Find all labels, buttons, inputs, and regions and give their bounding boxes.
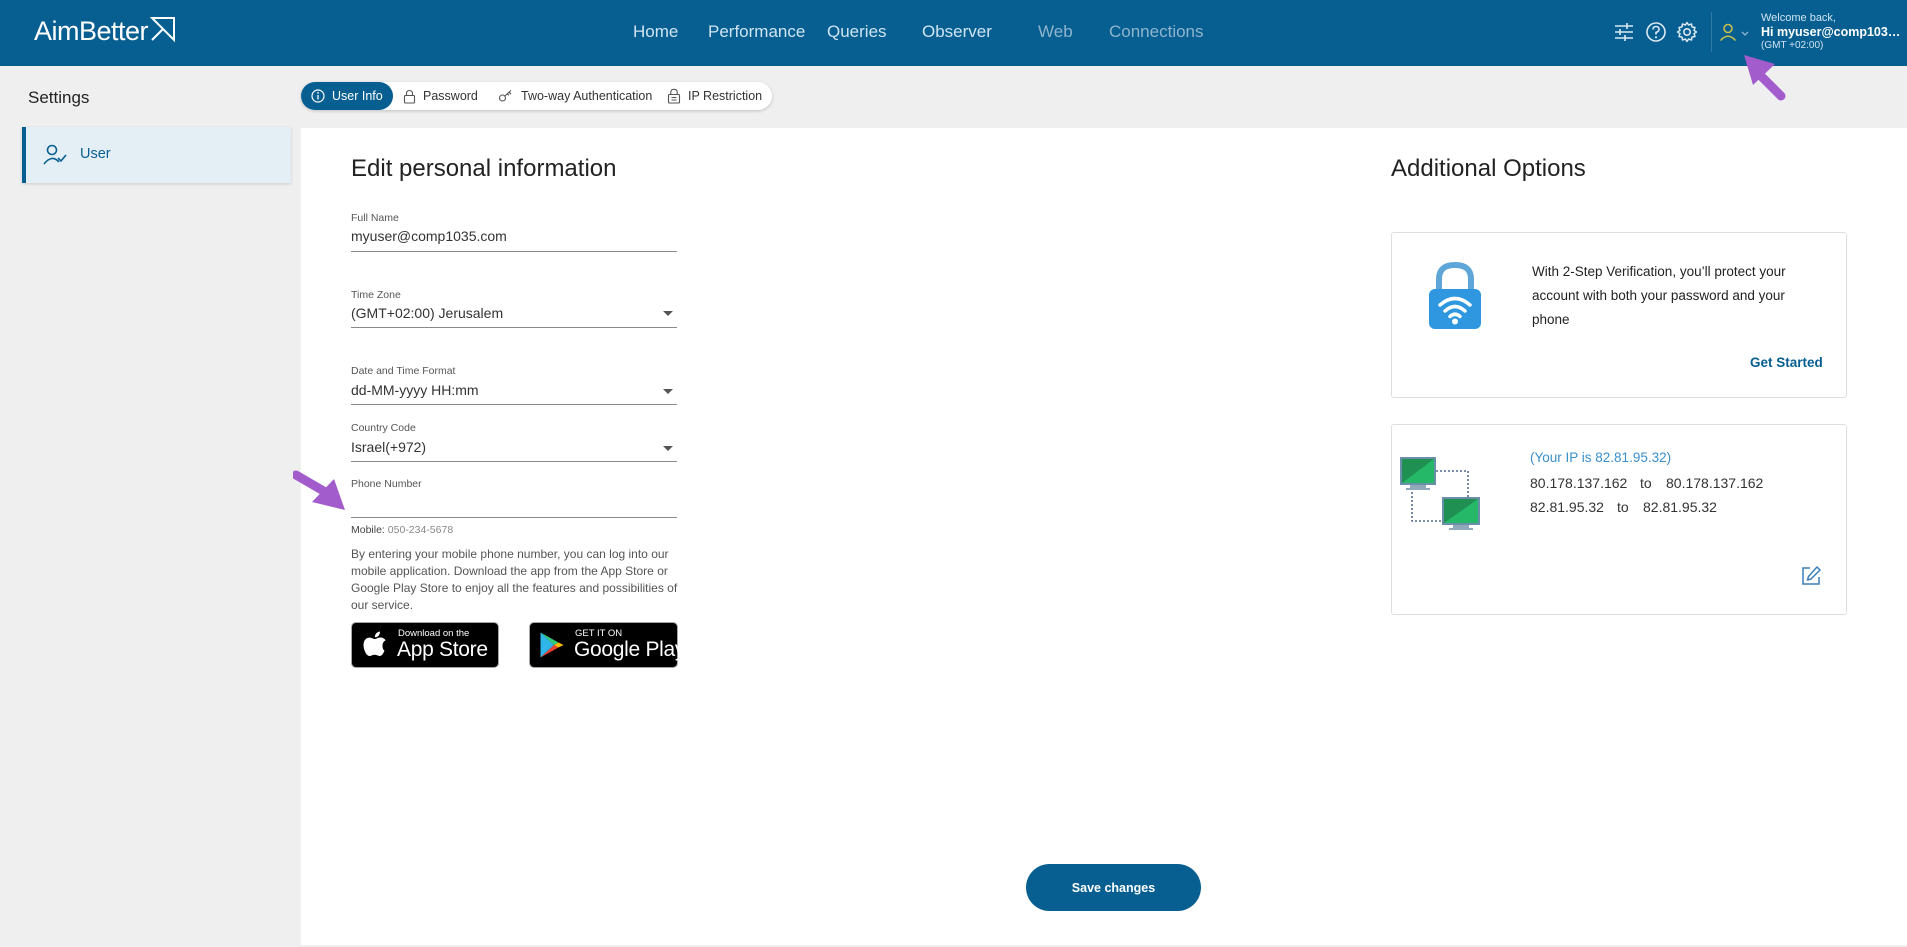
- country-code-value: Israel(+972): [351, 439, 427, 455]
- tab-label: Two-way Authentication: [521, 89, 653, 103]
- mobile-app-description: By entering your mobile phone number, yo…: [351, 547, 678, 612]
- additional-options-title: Additional Options: [1391, 155, 1586, 182]
- annotation-arrow-icon: [1744, 55, 1786, 101]
- google-play-button[interactable]: GET IT ON Google Play: [529, 622, 685, 668]
- logo-mark-icon: [150, 16, 176, 42]
- two-step-text: With 2-Step Verification, you’ll protect…: [1532, 264, 1786, 327]
- topbar-divider: [1711, 12, 1712, 52]
- mobile-hint-label: Mobile:: [351, 524, 385, 536]
- time-zone-value: (GMT+02:00) Jerusalem: [351, 305, 504, 321]
- nav-observer[interactable]: Observer: [922, 22, 992, 42]
- sidebar-title: Settings: [28, 88, 90, 107]
- sidebar-item-label: User: [80, 146, 111, 162]
- welcome-username: Hi myuser@comp1035...: [1761, 25, 1901, 39]
- date-format-label: Date and Time Format: [351, 365, 456, 377]
- welcome-label: Welcome back,: [1761, 12, 1836, 24]
- ip-range-from: 80.178.137.162: [1530, 475, 1628, 491]
- edit-icon[interactable]: [1800, 565, 1822, 587]
- two-step-card: With 2-Step Verification, you’ll protect…: [1391, 232, 1847, 398]
- annotation-arrow-icon: [293, 470, 345, 510]
- dropdown-caret-icon: [663, 389, 673, 394]
- padlock-icon: [667, 88, 681, 104]
- user-icon[interactable]: [1718, 22, 1738, 42]
- ip-range-to: 80.178.137.162: [1666, 475, 1764, 491]
- get-started-link[interactable]: Get Started: [1750, 355, 1823, 370]
- mobile-hint: Mobile: 050-234-5678: [351, 524, 453, 536]
- edit-info-title: Edit personal information: [351, 155, 617, 182]
- key-icon: [498, 90, 512, 102]
- save-changes-button[interactable]: Save changes: [1026, 864, 1201, 911]
- full-name-field[interactable]: Full Name myuser@comp1035.com: [351, 212, 677, 252]
- app-store-button[interactable]: Download on the App Store: [351, 622, 499, 668]
- gear-icon[interactable]: [1676, 21, 1698, 43]
- network-computers-icon: [1400, 457, 1480, 530]
- ip-range-to: 82.81.95.32: [1643, 499, 1717, 515]
- tab-two-way-authentication[interactable]: Two-way Authentication: [498, 82, 652, 110]
- brand-name: AimBetter: [34, 16, 149, 46]
- help-icon[interactable]: [1645, 21, 1667, 43]
- lock-icon: [403, 89, 416, 104]
- nav-home[interactable]: Home: [633, 22, 678, 42]
- mobile-hint-example: 050-234-5678: [387, 524, 454, 536]
- settings-tabs: User Info Password Two-way Authenticatio…: [301, 82, 772, 110]
- apple-icon: [363, 631, 386, 657]
- country-code-select[interactable]: Country Code Israel(+972): [351, 422, 677, 462]
- time-zone-label: Time Zone: [351, 289, 401, 301]
- google-play-big-text: Google Play: [574, 638, 686, 661]
- full-name-label: Full Name: [351, 212, 399, 224]
- wifi-lock-icon: [1429, 261, 1481, 329]
- brand-logo[interactable]: AimBetter: [34, 16, 176, 47]
- full-name-value: myuser@comp1035.com: [351, 228, 507, 244]
- phone-number-input[interactable]: Phone Number: [351, 478, 677, 518]
- time-zone-select[interactable]: Time Zone (GMT+02:00) Jerusalem: [351, 289, 677, 328]
- app-store-big-text: App Store: [397, 638, 488, 661]
- date-format-value: dd-MM-yyyy HH:mm: [351, 382, 479, 398]
- welcome-timezone: (GMT +02:00): [1761, 40, 1824, 51]
- ip-range-sep: to: [1640, 475, 1652, 491]
- chevron-down-icon[interactable]: [1741, 31, 1749, 37]
- tab-password[interactable]: Password: [403, 82, 478, 110]
- dropdown-caret-icon: [663, 311, 673, 316]
- nav-performance[interactable]: Performance: [708, 22, 805, 42]
- ip-range-from: 82.81.95.32: [1530, 499, 1604, 515]
- tab-label: IP Restriction: [688, 89, 763, 103]
- google-play-icon: [540, 632, 564, 658]
- tab-ip-restriction[interactable]: IP Restriction: [667, 82, 762, 110]
- nav-web[interactable]: Web: [1038, 22, 1073, 42]
- nav-connections[interactable]: Connections: [1109, 22, 1204, 42]
- tab-user-info[interactable]: User Info: [301, 82, 393, 110]
- nav-queries[interactable]: Queries: [827, 22, 887, 42]
- tab-label: Password: [423, 89, 478, 103]
- date-format-select[interactable]: Date and Time Format dd-MM-yyyy HH:mm: [351, 365, 677, 405]
- user-check-icon: [43, 144, 67, 165]
- phone-number-label: Phone Number: [351, 478, 422, 490]
- own-ip-text: (Your IP is 82.81.95.32): [1530, 450, 1672, 465]
- info-icon: [311, 89, 325, 103]
- ip-restriction-card: (Your IP is 82.81.95.32) 80.178.137.162 …: [1391, 424, 1847, 615]
- ip-range-sep: to: [1617, 499, 1629, 515]
- sidebar-item-user[interactable]: User: [22, 127, 291, 183]
- dropdown-caret-icon: [663, 446, 673, 451]
- country-code-label: Country Code: [351, 422, 416, 434]
- sliders-icon[interactable]: [1613, 21, 1635, 43]
- tab-label: User Info: [332, 89, 383, 103]
- top-bar: AimBetter Home Performance Queries Obser…: [0, 0, 1907, 66]
